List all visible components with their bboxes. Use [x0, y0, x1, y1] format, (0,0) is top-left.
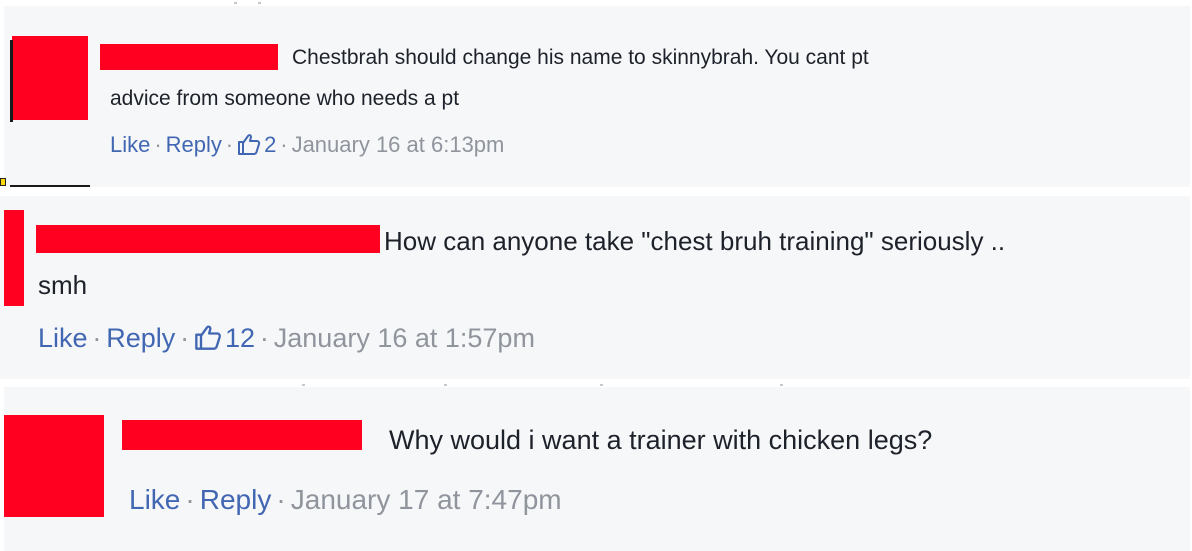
reply-link[interactable]: Reply: [200, 484, 272, 515]
like-link[interactable]: Like: [129, 484, 180, 515]
comment-3: Why would i want a trainer with chicken …: [4, 384, 1190, 551]
author-name-redacted[interactable]: [122, 420, 362, 450]
stray-mark: [0, 178, 6, 186]
like-count: 12: [225, 323, 256, 353]
comment-1: Chestbrah should change his name to skin…: [4, 6, 1190, 187]
avatar-redacted[interactable]: [4, 415, 104, 517]
timestamp[interactable]: January 16 at 1:57pm: [274, 323, 535, 353]
like-link[interactable]: Like: [110, 132, 150, 157]
author-name-redacted[interactable]: [100, 44, 278, 70]
divider-tick: [780, 384, 783, 386]
comment-text-line-2: advice from someone who needs a pt: [110, 87, 460, 110]
divider-tick: [302, 384, 305, 386]
reply-link[interactable]: Reply: [166, 132, 222, 157]
separator: ·: [185, 484, 195, 515]
reactions-link[interactable]: 12: [194, 323, 255, 353]
like-count: 2: [264, 132, 277, 157]
divider-line: [10, 185, 90, 187]
reply-link[interactable]: Reply: [106, 323, 175, 353]
avatar-redacted[interactable]: [4, 210, 24, 306]
comment-text-line-1: How can anyone take "chest bruh training…: [384, 226, 1006, 256]
comment-text-line-1: Why would i want a trainer with chicken …: [389, 425, 933, 455]
thumbs-up-icon: [237, 133, 261, 155]
avatar-redacted[interactable]: [12, 36, 88, 120]
separator: ·: [92, 323, 102, 353]
reactions-link[interactable]: 2: [237, 132, 276, 157]
comment-actions: Like · Reply · 2 · January 16 at 6:13pm: [110, 132, 504, 158]
comment-actions: Like · Reply · January 17 at 7:47pm: [129, 484, 562, 516]
divider-tick: [258, 2, 261, 4]
divider-tick: [444, 384, 447, 386]
separator: ·: [259, 323, 269, 353]
separator: ·: [180, 323, 190, 353]
comment-text-line-1: Chestbrah should change his name to skin…: [292, 46, 869, 69]
separator: ·: [280, 132, 288, 157]
separator: ·: [276, 484, 286, 515]
divider-tick: [600, 384, 603, 386]
avatar-edge: [10, 40, 13, 122]
timestamp[interactable]: January 16 at 6:13pm: [292, 132, 505, 157]
separator: ·: [225, 132, 234, 157]
author-name-redacted[interactable]: [36, 225, 380, 253]
timestamp[interactable]: January 17 at 7:47pm: [291, 484, 562, 515]
like-link[interactable]: Like: [38, 323, 88, 353]
comment-2: How can anyone take "chest bruh training…: [0, 196, 1190, 379]
separator: ·: [154, 132, 162, 157]
divider-tick: [234, 2, 237, 4]
comment-actions: Like · Reply · 12 · January 16 at 1:57pm: [38, 323, 535, 354]
comment-text-line-2: smh: [38, 270, 88, 300]
thumbs-up-icon: [194, 324, 222, 351]
